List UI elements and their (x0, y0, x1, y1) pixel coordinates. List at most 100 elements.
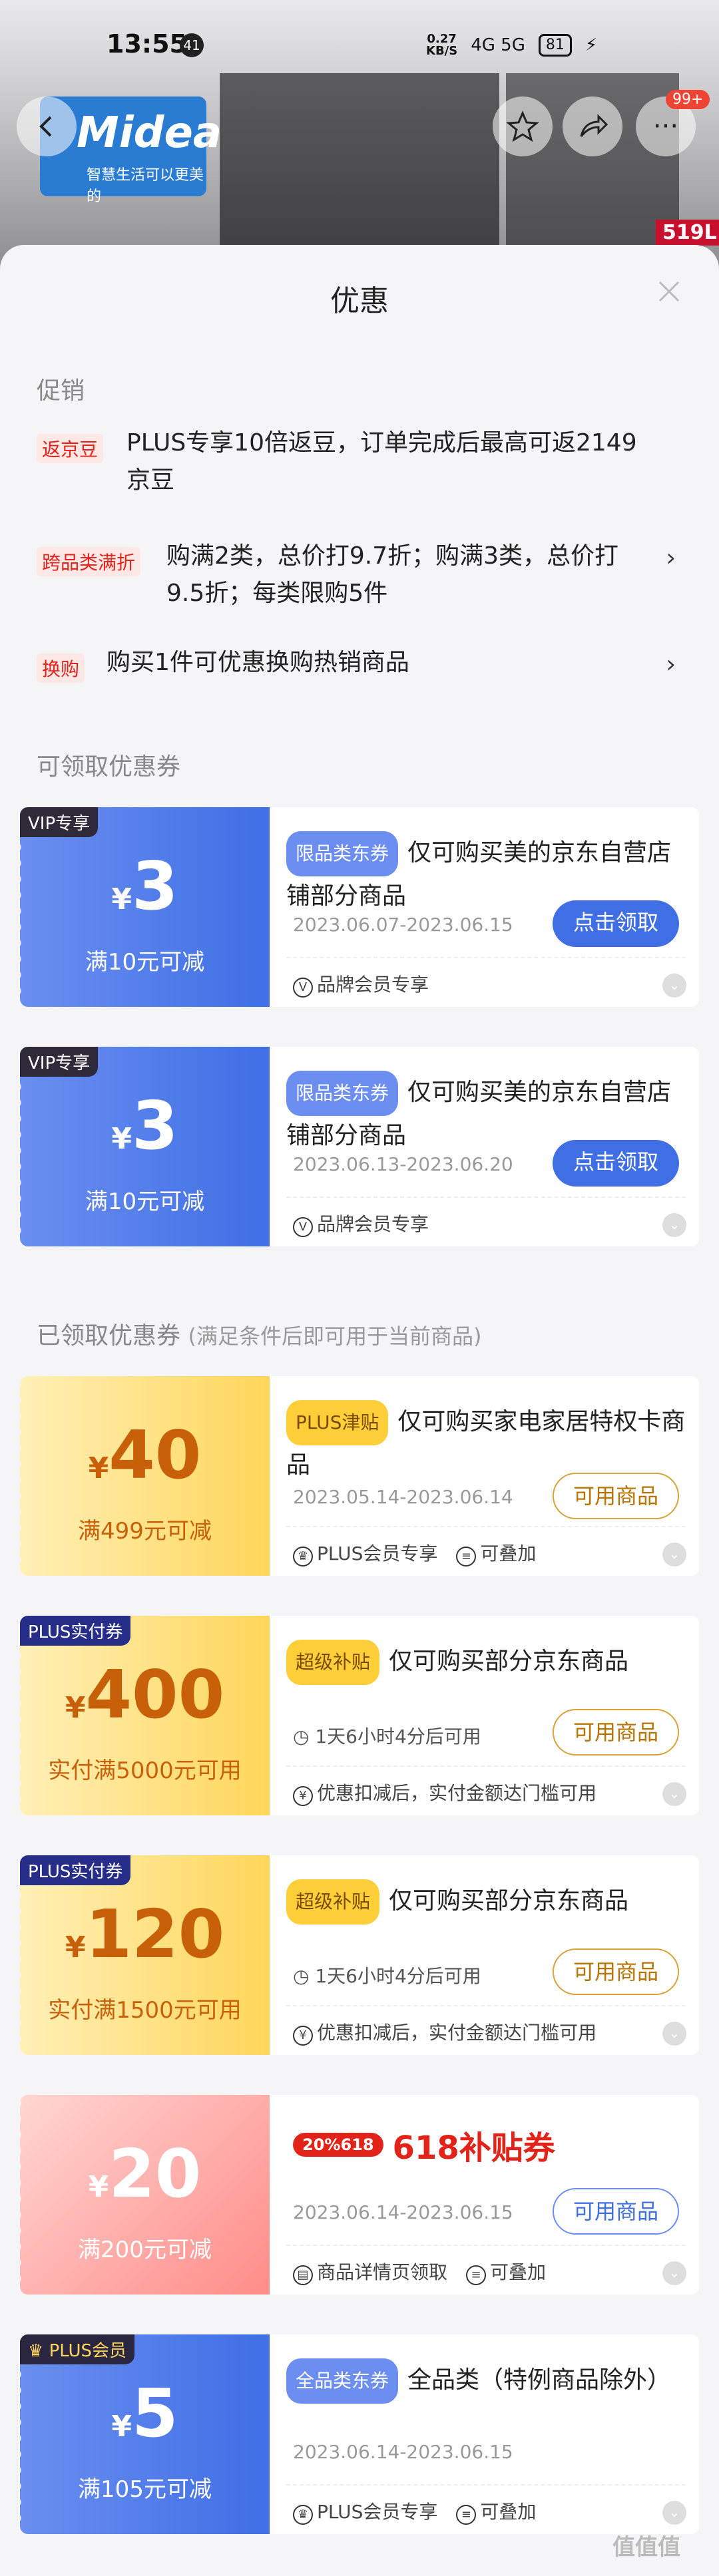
coupon-amount: ¥3 (111, 1087, 178, 1165)
coupon-condition: 满10元可减 (85, 949, 205, 976)
claimable-section-label: 可领取优惠券 (37, 753, 181, 781)
expand-icon[interactable]: ⌄ (662, 2022, 686, 2046)
promo-text: 购满2类，总价打9.7折；购满3类，总价打9.5折；每类限购5件 (166, 542, 619, 607)
crown-icon: ♛ (28, 2341, 49, 2361)
coupon-date: 2023.06.14-2023.06.15 (293, 2201, 513, 2223)
coupon-card: PLUS实付券 ¥400 实付满5000元可用 超级补贴 仅可购买部分京东商品 ◷… (20, 1616, 699, 1815)
stack-icon: ≡ (456, 2504, 477, 2525)
coupon-type-badge: 限品类东券 (286, 831, 399, 876)
discount-sheet: 优惠 促销 返京豆 PLUS专享10倍返豆，订单完成后最高可返2149京豆 跨品… (0, 245, 719, 2576)
brand-name: Midea (77, 108, 222, 158)
coupon-condition: 满105元可减 (78, 2476, 212, 2503)
coupon-left: ¥20 满200元可减 (20, 2095, 270, 2295)
chevron-right-icon: › (666, 651, 676, 678)
usable-products-button[interactable]: 可用商品 (553, 1709, 679, 1755)
plus-corner-tag: PLUS实付券 (20, 1855, 131, 1885)
promo-tag: 返京豆 (37, 434, 104, 463)
coupon-card: PLUS实付券 ¥120 实付满1500元可用 超级补贴 仅可购买部分京东商品 ◷… (20, 1855, 699, 2055)
618-badge: 20%618 (293, 2133, 383, 2157)
coupon-date: 2023.06.13-2023.06.20 (293, 1153, 513, 1175)
star-icon (506, 110, 539, 142)
vip-corner-tag: VIP专享 (20, 807, 99, 837)
more-icon: ··· (652, 111, 679, 142)
expand-icon[interactable]: ⌄ (662, 1543, 686, 1566)
vip-icon: V (293, 1216, 313, 1237)
expand-icon[interactable]: ⌄ (662, 1213, 686, 1237)
status-time: 13:55 (107, 29, 187, 59)
coupon-title: 全品类东券 全品类（特例商品除外） (286, 2358, 686, 2404)
coupon-card: VIP专享 ¥3 满10元可减 限品类东券 仅可购买美的京东自营店铺部分商品 20… (20, 807, 699, 1007)
coupon-amount: ¥20 (88, 2135, 202, 2213)
coupon-type-badge: PLUS津贴 (286, 1400, 389, 1445)
signal-icon: 4G 5G (471, 35, 525, 55)
usable-products-button[interactable]: 可用商品 (553, 2188, 679, 2235)
coupon-card: ♛ PLUS会员 ¥5 满105元可减 全品类东券 全品类（特例商品除外） 202… (20, 2334, 699, 2534)
coupon-condition: 满10元可减 (85, 1189, 205, 1215)
coupon-title: 超级补贴 仅可购买部分京东商品 (286, 1879, 686, 1925)
back-icon (39, 116, 52, 137)
coupon-condition: 实付满5000元可用 (48, 1757, 242, 1784)
coupon-footer: V 品牌会员专享 (293, 970, 429, 998)
crown-icon: ♛ (293, 2504, 313, 2525)
coupon-type-badge: 限品类东券 (286, 1071, 399, 1116)
expand-icon[interactable]: ⌄ (662, 1782, 686, 1806)
promo-tag: 换购 (37, 653, 85, 683)
promo-text: PLUS专享10倍返豆，订单完成后最高可返2149京豆 (126, 429, 637, 494)
claim-button[interactable]: 点击领取 (553, 1140, 679, 1187)
coupon-left: ¥40 满499元可减 (20, 1376, 270, 1576)
coupon-condition: 满200元可减 (78, 2237, 212, 2263)
product-header: 13:55 41 0.27 KB/S 4G 5G 81 ⚡ Midea 智慧生活… (0, 0, 719, 279)
received-section-note: (满足条件后即可用于当前商品) (188, 1324, 482, 1349)
claim-button[interactable]: 点击领取 (553, 900, 679, 947)
coupon-countdown: ◷ 1天6小时4分后可用 (293, 1965, 481, 1987)
vip-icon: V (293, 977, 313, 998)
product-image (220, 73, 499, 273)
coupon-amount: ¥40 (88, 1416, 202, 1494)
favorite-button[interactable] (493, 96, 553, 156)
coupon-left: ♛ PLUS会员 ¥5 满105元可减 (20, 2334, 270, 2534)
crown-icon: ♛ (293, 1546, 313, 1566)
plus-corner-tag: PLUS实付券 (20, 1616, 131, 1646)
coupon-type-badge: 超级补贴 (286, 1640, 380, 1685)
coupon-date: 2023.06.07-2023.06.15 (293, 914, 513, 936)
coupon-left: VIP专享 ¥3 满10元可减 (20, 1047, 270, 1246)
coupon-footer: ♛ PLUS会员专享 ≡ 可叠加 (293, 1539, 536, 1566)
coupon-title: 20%618 618补贴券 (293, 2121, 555, 2168)
coupon-left: VIP专享 ¥3 满10元可减 (20, 807, 270, 1007)
expand-icon[interactable]: ⌄ (662, 2501, 686, 2525)
promo-item[interactable]: 跨品类满折 购满2类，总价打9.7折；购满3类，总价打9.5折；每类限购5件 › (37, 542, 682, 624)
vip-corner-tag: VIP专享 (20, 1047, 99, 1077)
coupon-amount: ¥400 (65, 1656, 225, 1734)
coupon-countdown: ◷ 1天6小时4分后可用 (293, 1726, 481, 1748)
coupon-footer: ♛ PLUS会员专享 ≡ 可叠加 (293, 2497, 536, 2525)
usable-products-button[interactable]: 可用商品 (553, 1473, 679, 1519)
clock-icon: ◷ (293, 1726, 316, 1748)
stack-icon: ≡ (466, 2265, 487, 2285)
coupon-left: PLUS实付券 ¥120 实付满1500元可用 (20, 1855, 270, 2055)
product-size-label: 519L (656, 220, 719, 246)
share-button[interactable] (563, 96, 622, 156)
charging-icon: ⚡ (585, 35, 598, 55)
expand-icon[interactable]: ⌄ (662, 2261, 686, 2285)
coupon-card: VIP专享 ¥3 满10元可减 限品类东券 仅可购买美的京东自营店铺部分商品 20… (20, 1047, 699, 1246)
promo-item[interactable]: 换购 购买1件可优惠换购热销商品 › (37, 649, 682, 691)
coupon-type-badge: 超级补贴 (286, 1879, 380, 1925)
promo-item: 返京豆 PLUS专享10倍返豆，订单完成后最高可返2149京豆 (37, 429, 682, 511)
stack-icon: ≡ (456, 1546, 477, 1566)
close-icon[interactable] (656, 278, 682, 305)
coupon-type-badge: 全品类东券 (286, 2358, 399, 2404)
chevron-right-icon: › (666, 544, 676, 572)
coupon-title: 超级补贴 仅可购买部分京东商品 (286, 1640, 686, 1685)
expand-icon[interactable]: ⌄ (662, 974, 686, 998)
network-speed: 0.27 KB/S (426, 32, 458, 58)
promo-text: 购买1件可优惠换购热销商品 (107, 649, 409, 676)
sheet-title: 优惠 (330, 284, 389, 318)
brand-slogan: 智慧生活可以更美的 (87, 167, 204, 205)
yen-icon: ¥ (293, 2025, 313, 2046)
coupon-card: ¥40 满499元可减 PLUS津贴 仅可购买家电家居特权卡商品 2023.05.… (20, 1376, 699, 1576)
page-icon: ▤ (293, 2265, 313, 2285)
coupon-condition: 实付满1500元可用 (48, 1997, 242, 2024)
back-button[interactable] (17, 96, 77, 156)
usable-products-button[interactable]: 可用商品 (553, 1948, 679, 1995)
promo-section-label: 促销 (37, 377, 85, 405)
